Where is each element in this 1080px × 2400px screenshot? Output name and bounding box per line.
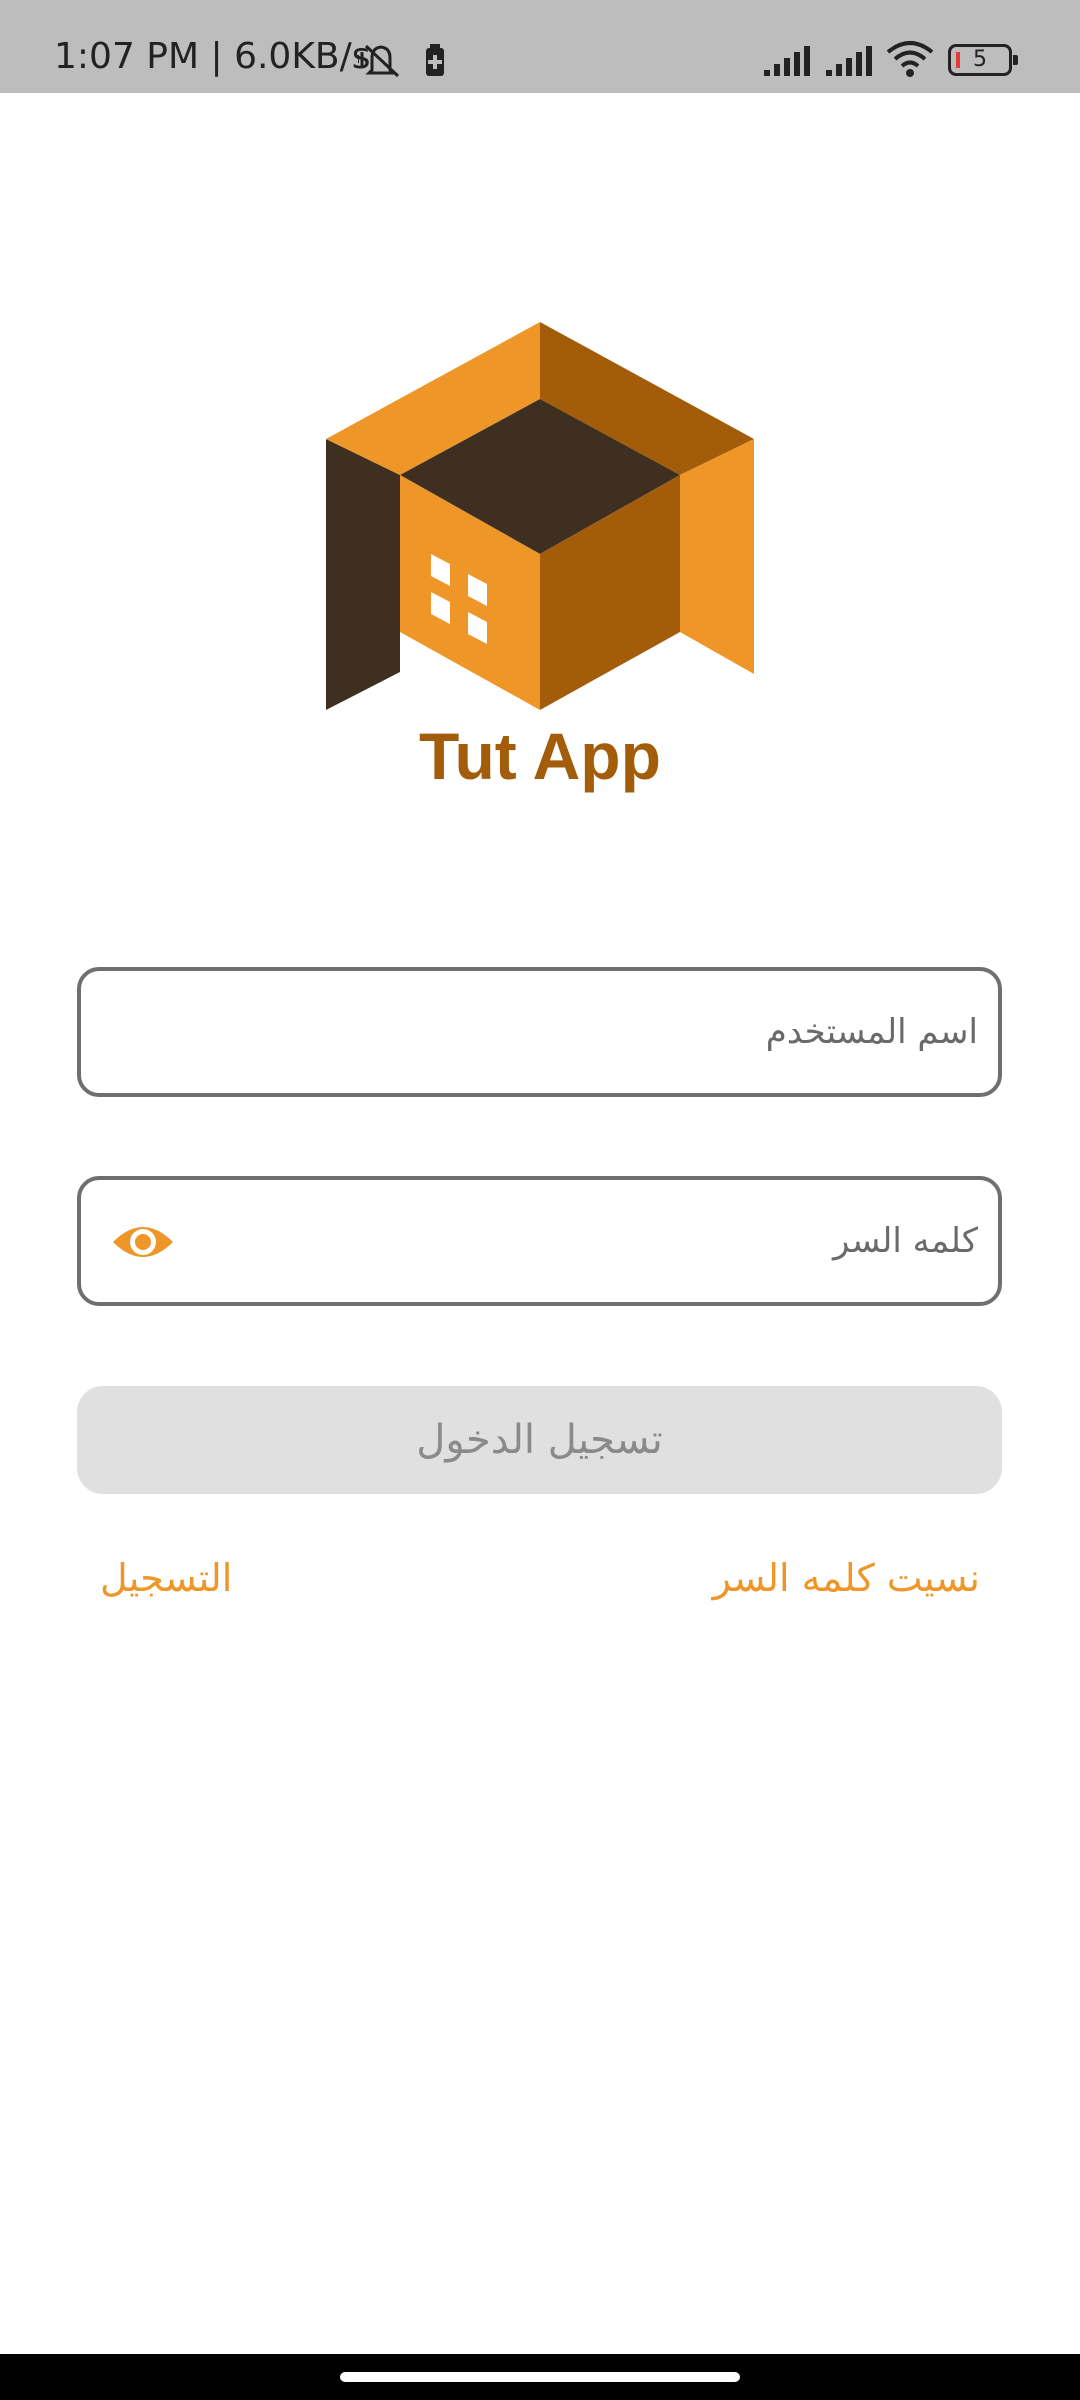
app-name: Tut App (419, 719, 661, 793)
signal-icon (764, 46, 810, 76)
signal-icon (826, 46, 872, 76)
mute-icon (358, 44, 400, 78)
register-link[interactable]: التسجيل (100, 1556, 232, 1600)
battery-saver-icon (426, 44, 444, 76)
eye-icon[interactable] (111, 1220, 175, 1264)
wifi-icon (886, 41, 934, 77)
home-indicator[interactable] (340, 2372, 740, 2382)
battery-icon: 5 (948, 44, 1018, 76)
navigation-bar (0, 2354, 1080, 2400)
username-field[interactable]: اسم المستخدم (77, 967, 1002, 1097)
password-field[interactable]: كلمه السر (77, 1176, 1002, 1306)
battery-level: 5 (973, 47, 987, 72)
status-time: 1:07 PM | 6.0KB/s (54, 36, 371, 77)
login-button[interactable]: تسجيل الدخول (77, 1386, 1002, 1494)
forgot-password-link[interactable]: نسيت كلمه السر (713, 1556, 980, 1600)
house-cube-logo (326, 322, 754, 710)
password-placeholder: كلمه السر (832, 1221, 978, 1261)
status-bar: 1:07 PM | 6.0KB/s 5 (0, 0, 1080, 93)
username-placeholder: اسم المستخدم (765, 1012, 978, 1052)
